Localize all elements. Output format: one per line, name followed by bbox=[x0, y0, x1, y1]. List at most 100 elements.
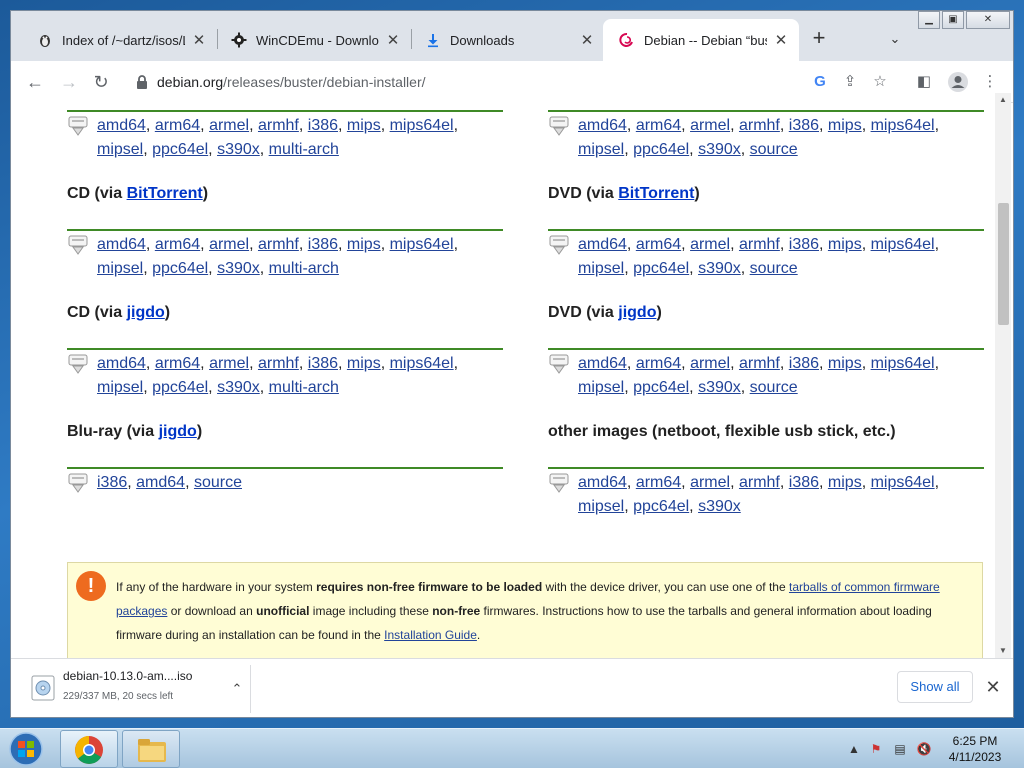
installation-guide-link[interactable]: Installation Guide bbox=[384, 628, 477, 642]
tab-debian[interactable]: Debian -- Debian “buste ✕ bbox=[603, 19, 799, 61]
arch-link[interactable]: mipsel bbox=[97, 141, 143, 158]
forward-button[interactable]: → bbox=[55, 69, 83, 95]
arch-link[interactable]: amd64 bbox=[136, 474, 185, 491]
reload-button[interactable]: ↻ bbox=[87, 69, 115, 95]
side-panel-icon[interactable]: ◧ bbox=[913, 71, 935, 93]
chevron-up-icon[interactable]: ⌃ bbox=[227, 679, 247, 699]
arch-link[interactable]: multi-arch bbox=[269, 260, 339, 277]
arch-link[interactable]: armhf bbox=[739, 355, 780, 372]
arch-link[interactable]: arm64 bbox=[636, 236, 681, 253]
arch-link[interactable]: mips64el bbox=[871, 236, 935, 253]
heading-link[interactable]: BitTorrent bbox=[127, 185, 203, 202]
arch-link[interactable]: mipsel bbox=[97, 379, 143, 396]
arch-link[interactable]: mips bbox=[828, 117, 862, 134]
arch-link[interactable]: i386 bbox=[789, 355, 819, 372]
arch-link[interactable]: mips64el bbox=[871, 474, 935, 491]
arch-link[interactable]: arm64 bbox=[636, 474, 681, 491]
close-icon[interactable]: ✕ bbox=[191, 31, 207, 49]
arch-link[interactable]: armel bbox=[209, 355, 249, 372]
arch-link[interactable]: ppc64el bbox=[633, 498, 689, 515]
arch-link[interactable]: mips64el bbox=[390, 117, 454, 134]
bookmark-star-icon[interactable]: ☆ bbox=[869, 72, 891, 92]
arch-link[interactable]: mips64el bbox=[871, 355, 935, 372]
arch-link[interactable]: i386 bbox=[97, 474, 127, 491]
vertical-scrollbar[interactable]: ▲ ▼ bbox=[995, 93, 1011, 658]
window-close-button[interactable]: ✕ bbox=[966, 11, 1010, 29]
arch-link[interactable]: mipsel bbox=[578, 260, 624, 277]
arch-link[interactable]: s390x bbox=[698, 498, 741, 515]
arch-link[interactable]: multi-arch bbox=[269, 379, 339, 396]
arch-link[interactable]: armhf bbox=[258, 355, 299, 372]
arch-link[interactable]: i386 bbox=[308, 355, 338, 372]
arch-link[interactable]: ppc64el bbox=[152, 141, 208, 158]
arch-link[interactable]: source bbox=[750, 260, 798, 277]
arch-link[interactable]: amd64 bbox=[578, 236, 627, 253]
arch-link[interactable]: mipsel bbox=[578, 498, 624, 515]
arch-link[interactable]: arm64 bbox=[155, 117, 200, 134]
google-lens-icon[interactable]: G bbox=[809, 72, 831, 92]
scroll-thumb[interactable] bbox=[998, 203, 1009, 325]
arch-link[interactable]: i386 bbox=[308, 236, 338, 253]
tab-downloads[interactable]: Downloads ✕ bbox=[409, 19, 605, 61]
arch-link[interactable]: amd64 bbox=[578, 474, 627, 491]
close-icon[interactable]: ✕ bbox=[773, 31, 789, 49]
arch-link[interactable]: armhf bbox=[739, 474, 780, 491]
arch-link[interactable]: amd64 bbox=[578, 355, 627, 372]
close-icon[interactable]: ✕ bbox=[579, 31, 595, 49]
url-text[interactable]: debian.org/releases/buster/debian-instal… bbox=[157, 74, 426, 90]
show-all-button[interactable]: Show all bbox=[897, 671, 973, 703]
arch-link[interactable]: mips bbox=[347, 236, 381, 253]
heading-link[interactable]: jigdo bbox=[127, 304, 165, 321]
arch-link[interactable]: source bbox=[750, 141, 798, 158]
maximize-button[interactable]: ▣ bbox=[942, 11, 964, 29]
arch-link[interactable]: s390x bbox=[217, 260, 260, 277]
tab-wincdemu[interactable]: WinCDEmu - Download ✕ bbox=[215, 19, 411, 61]
arch-link[interactable]: ppc64el bbox=[152, 260, 208, 277]
arch-link[interactable]: amd64 bbox=[97, 117, 146, 134]
arch-link[interactable]: i386 bbox=[789, 117, 819, 134]
arch-link[interactable]: i386 bbox=[789, 474, 819, 491]
heading-link[interactable]: jigdo bbox=[159, 423, 197, 440]
heading-link[interactable]: jigdo bbox=[618, 304, 656, 321]
arch-link[interactable]: mips bbox=[347, 355, 381, 372]
arch-link[interactable]: amd64 bbox=[578, 117, 627, 134]
share-icon[interactable]: ⇪ bbox=[839, 72, 861, 92]
arch-link[interactable]: ppc64el bbox=[633, 260, 689, 277]
arch-link[interactable]: arm64 bbox=[155, 355, 200, 372]
arch-link[interactable]: s390x bbox=[217, 141, 260, 158]
close-shelf-icon[interactable]: ✕ bbox=[981, 673, 1005, 701]
arch-link[interactable]: s390x bbox=[698, 141, 741, 158]
arch-link[interactable]: multi-arch bbox=[269, 141, 339, 158]
arch-link[interactable]: source bbox=[194, 474, 242, 491]
arch-link[interactable]: mips bbox=[828, 355, 862, 372]
back-button[interactable]: ← bbox=[21, 69, 49, 95]
arch-link[interactable]: i386 bbox=[308, 117, 338, 134]
arch-link[interactable]: mipsel bbox=[578, 379, 624, 396]
action-center-flag-icon[interactable]: ⚑ bbox=[868, 741, 884, 757]
arch-link[interactable]: arm64 bbox=[636, 355, 681, 372]
arch-link[interactable]: ppc64el bbox=[152, 379, 208, 396]
arch-link[interactable]: s390x bbox=[217, 379, 260, 396]
arch-link[interactable]: armhf bbox=[258, 236, 299, 253]
explorer-taskbar-button[interactable] bbox=[122, 730, 180, 768]
volume-muted-icon[interactable]: 🔇 bbox=[916, 741, 932, 757]
profile-avatar-icon[interactable] bbox=[947, 71, 969, 93]
arch-link[interactable]: amd64 bbox=[97, 236, 146, 253]
arch-link[interactable]: armel bbox=[209, 117, 249, 134]
arch-link[interactable]: s390x bbox=[698, 260, 741, 277]
arch-link[interactable]: amd64 bbox=[97, 355, 146, 372]
windows-start-icon[interactable] bbox=[4, 731, 48, 767]
close-icon[interactable]: ✕ bbox=[385, 31, 401, 49]
arch-link[interactable]: armel bbox=[690, 117, 730, 134]
chrome-taskbar-button[interactable] bbox=[60, 730, 118, 768]
scroll-up-arrow-icon[interactable]: ▲ bbox=[995, 93, 1011, 107]
tab-index-isos[interactable]: Index of /~dartz/isos/Li ✕ bbox=[21, 19, 217, 61]
tab-search-button[interactable]: ⌄ bbox=[883, 25, 907, 53]
arch-link[interactable]: mips64el bbox=[390, 236, 454, 253]
arch-link[interactable]: armhf bbox=[739, 117, 780, 134]
new-tab-button[interactable]: + bbox=[805, 25, 833, 53]
arch-link[interactable]: armhf bbox=[258, 117, 299, 134]
download-item[interactable]: debian-10.13.0-am....iso 229/337 MB, 20 … bbox=[23, 665, 249, 713]
scroll-down-arrow-icon[interactable]: ▼ bbox=[995, 644, 1011, 658]
arch-link[interactable]: arm64 bbox=[636, 117, 681, 134]
